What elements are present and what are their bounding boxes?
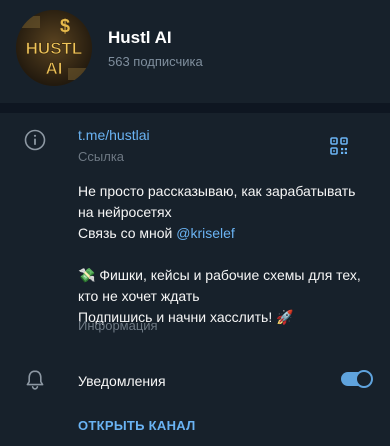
open-channel-button[interactable]: ОТКРЫТЬ КАНАЛ: [78, 418, 196, 433]
channel-title: Hustl AI: [108, 28, 172, 47]
mention-link[interactable]: @kriselef: [176, 225, 235, 241]
avatar[interactable]: $ HUSTL AI: [16, 10, 92, 86]
channel-description: Не просто рассказываю, как зарабатывать …: [78, 181, 373, 328]
description-line: 💸 Фишки, кейсы и рабочие схемы для тех, …: [78, 267, 361, 304]
notifications-label: Уведомления: [78, 373, 166, 389]
svg-text:AI: AI: [46, 59, 63, 78]
channel-link[interactable]: t.me/hustlai: [78, 127, 150, 143]
description-caption: Информация: [78, 318, 158, 333]
info-icon: [24, 129, 46, 151]
qr-code-icon[interactable]: [330, 137, 348, 155]
section-divider: [0, 103, 390, 113]
link-caption: Ссылка: [78, 149, 125, 164]
channel-header: $ HUSTL AI Hustl AI 563 подписчика: [0, 0, 390, 103]
contact-prefix: Связь со мной: [78, 225, 177, 241]
svg-text:$: $: [60, 16, 70, 36]
subscriber-count: 563 подписчика: [108, 54, 203, 69]
avatar-logo-text: HUSTL: [26, 39, 83, 58]
bell-icon: [26, 370, 44, 390]
description-line: Не просто рассказываю, как зарабатывать …: [78, 183, 356, 220]
notifications-toggle[interactable]: [341, 370, 373, 388]
avatar-image: $ HUSTL AI: [16, 10, 92, 86]
description-contact: Связь со мной @kriselef: [78, 223, 373, 244]
toggle-knob: [355, 370, 373, 388]
